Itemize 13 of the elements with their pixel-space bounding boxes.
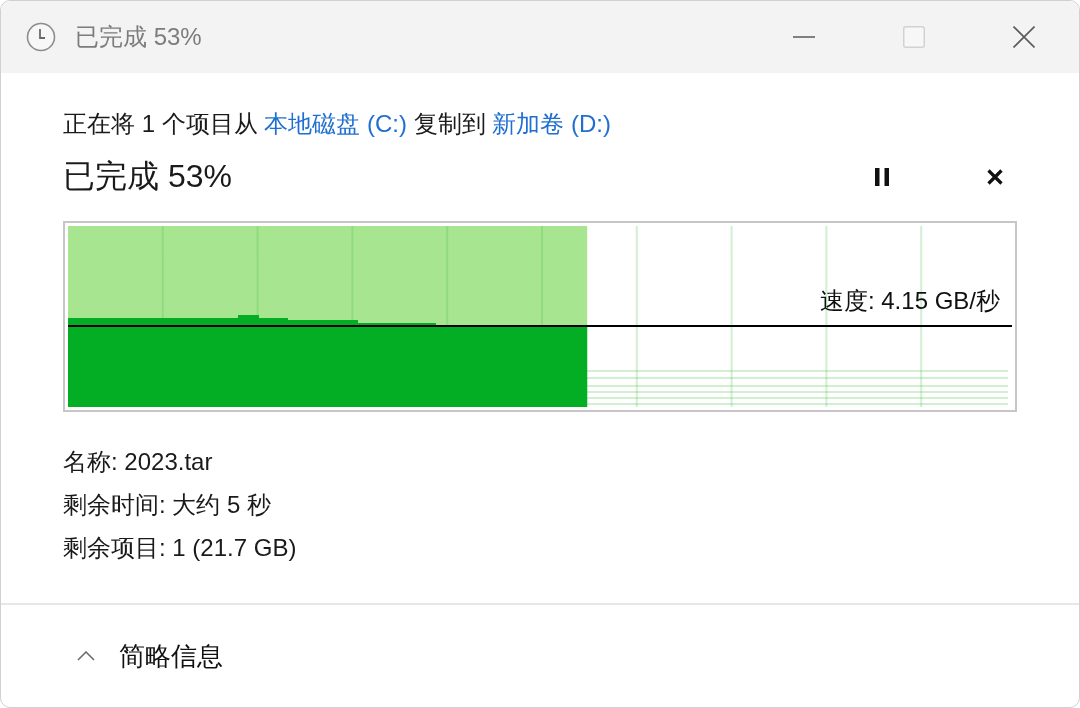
detail-text: 剩余时间: 大约 5 秒 [63, 490, 273, 520]
source-link[interactable]: 本地磁盘 (C:) [264, 110, 407, 137]
pause-icon [875, 168, 889, 186]
details-toggle[interactable]: 简略信息 [77, 638, 223, 674]
window-title: 已完成 53% [75, 22, 202, 52]
copy-description: 正在将 1 个项目从 本地磁盘 (C:) 复制到 新加卷 (D:) [63, 109, 612, 139]
speed-label: 速度: 4.15 GB/秒 [819, 286, 1000, 316]
destination-link[interactable]: 新加卷 (D:) [492, 110, 611, 137]
detail-text: 名称: 2023.tar [63, 447, 214, 477]
close-icon [987, 169, 1003, 185]
detail-text: 剩余项目: 1 (21.7 GB) [63, 533, 298, 563]
progress-heading: 已完成 53% [63, 157, 232, 196]
clock-icon [26, 22, 56, 52]
